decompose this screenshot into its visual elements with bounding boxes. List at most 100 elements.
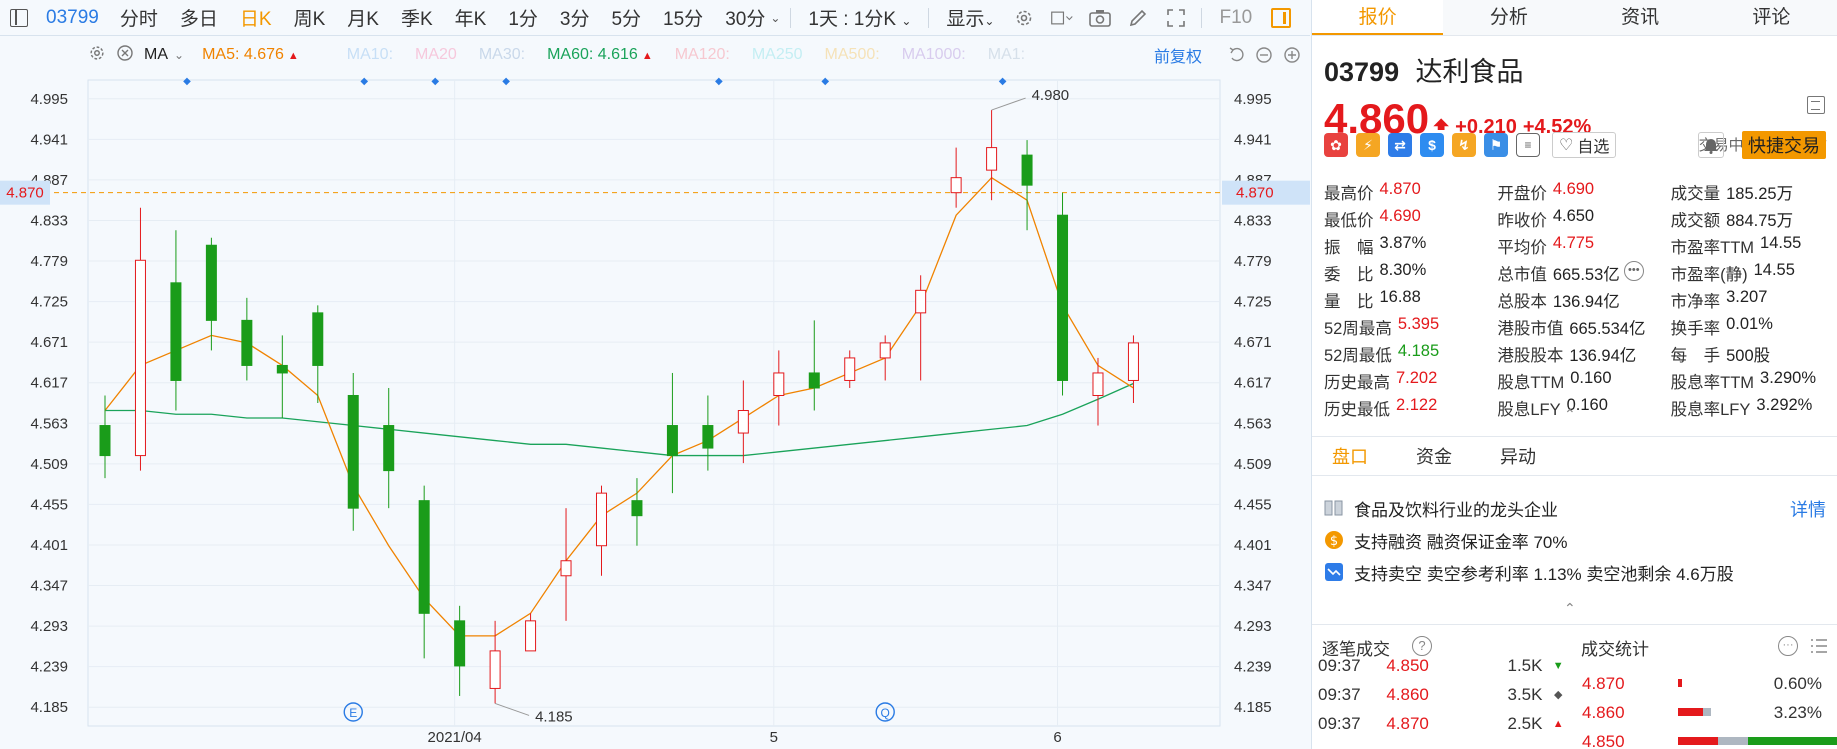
quote-tab[interactable]: 报价	[1312, 0, 1444, 35]
candle-body[interactable]	[808, 372, 820, 389]
trend-icon[interactable]: ↯	[1452, 133, 1476, 157]
more-info-icon[interactable]: •••	[1623, 260, 1644, 281]
candle-body[interactable]	[1021, 154, 1033, 186]
candle-body[interactable]	[489, 650, 501, 689]
candle-body[interactable]	[241, 319, 253, 366]
candle-body[interactable]	[915, 289, 927, 314]
event-marker-icon[interactable]: ◆	[431, 76, 439, 87]
detail-link[interactable]: 详情	[1790, 496, 1826, 522]
zoom-in-icon[interactable]	[1283, 46, 1301, 69]
candle-body[interactable]	[879, 342, 891, 359]
period-tab[interactable]: 1分	[497, 4, 549, 31]
candle-body[interactable]	[986, 147, 998, 171]
period-tab[interactable]: 多日	[169, 4, 229, 31]
settings-icon[interactable]	[1013, 7, 1035, 29]
ma-legend-item[interactable]: MA250	[752, 46, 803, 64]
event-marker-icon[interactable]: ◆	[715, 76, 723, 87]
price-stats-list[interactable]: 4.870 0.60% 4.860 3.23% 4.850	[1582, 669, 1837, 749]
ma-legend-item[interactable]: MA1000:	[902, 46, 966, 64]
ma-legend-item[interactable]: MA1:	[988, 46, 1025, 64]
adjust-mode-button[interactable]: 前复权	[1154, 43, 1202, 67]
period-tab[interactable]: 季K	[390, 4, 444, 31]
period-tab[interactable]: 15分	[652, 4, 714, 31]
candle-body[interactable]	[737, 410, 749, 434]
event-marker-icon[interactable]: ◆	[821, 76, 829, 87]
ma-legend-item[interactable]: MA10:	[347, 46, 393, 64]
candle-body[interactable]	[595, 492, 607, 547]
period-tab[interactable]: 3分	[549, 4, 601, 31]
period-tab[interactable]: 日K	[229, 4, 283, 31]
indicator-name[interactable]: MA	[144, 46, 168, 64]
legend-settings-icon[interactable]	[88, 44, 106, 67]
ma-legend-item[interactable]: MA60: 4.616 ▲	[547, 46, 653, 64]
candle-body[interactable]	[454, 620, 466, 667]
zoom-out-icon[interactable]	[1255, 46, 1273, 69]
candle-body[interactable]	[205, 244, 217, 321]
kline-chart[interactable]: 4.995 4.9954.941 4.9414.887 4.8874.833 4.833…	[0, 36, 1310, 749]
list-icon[interactable]	[1810, 637, 1828, 660]
ma-legend-item[interactable]: MA30:	[479, 46, 525, 64]
menu-icon[interactable]	[1807, 96, 1825, 114]
candle-body[interactable]	[383, 425, 395, 472]
candle-body[interactable]	[312, 312, 324, 366]
panel-toggle-icon[interactable]	[1271, 7, 1292, 28]
frame-select-icon[interactable]	[1051, 7, 1074, 29]
period-tab[interactable]: 年K	[444, 4, 498, 31]
fullscreen-icon[interactable]	[1165, 7, 1187, 29]
candle-body[interactable]	[950, 177, 962, 194]
f10-button[interactable]: F10	[1208, 7, 1263, 29]
candle-body[interactable]	[525, 620, 537, 652]
chevron-down-icon[interactable]: ⌄	[770, 11, 780, 25]
event-marker-icon[interactable]: ◆	[360, 76, 368, 87]
event-marker-icon[interactable]: ◆	[183, 76, 191, 87]
connect-icon[interactable]: ⇄	[1388, 133, 1412, 157]
camera-icon[interactable]	[1089, 7, 1112, 29]
candle-body[interactable]	[1092, 372, 1104, 396]
quote-tab[interactable]: 评论	[1706, 0, 1837, 35]
tag-icon[interactable]: ⚑	[1484, 133, 1508, 157]
period-tab[interactable]: 5分	[600, 4, 652, 31]
sidebar-toggle-icon[interactable]	[10, 8, 28, 27]
hk-flower-icon[interactable]: ✿	[1324, 133, 1348, 157]
event-marker-icon[interactable]: ◆	[502, 76, 510, 87]
ticks-list[interactable]: 09:37 4.850 1.5K ▼ 09:37 4.860 3.5K ◆ 09:37 4.870…	[1318, 651, 1568, 740]
ma-legend-item[interactable]: MA5: 4.676 ▲	[202, 46, 299, 64]
more-options-icon[interactable]: ···	[1778, 636, 1798, 656]
orderbook-tab[interactable]: 异动	[1500, 435, 1536, 477]
ma-legend-item[interactable]: MA20	[415, 46, 457, 64]
kline-chart-area[interactable]: 4.995 4.995 4.941 4.941 4.887 4.887 4.833 4.833…	[0, 36, 1310, 749]
candle-body[interactable]	[844, 357, 856, 381]
notes-icon[interactable]: ≡	[1516, 133, 1540, 157]
period-tab[interactable]: 周K	[283, 4, 337, 31]
candle-body[interactable]	[99, 425, 111, 457]
period-tab[interactable]: 月K	[336, 4, 390, 31]
quote-tab[interactable]: 资讯	[1575, 0, 1706, 35]
candle-body[interactable]	[702, 425, 714, 449]
candle-body[interactable]	[1057, 214, 1069, 381]
candle-body[interactable]	[134, 259, 146, 457]
chevron-down-icon[interactable]: ⌄	[174, 48, 184, 62]
candle-body[interactable]	[1127, 342, 1139, 381]
candle-body[interactable]	[773, 372, 785, 396]
candle-body[interactable]	[631, 500, 643, 517]
draw-pen-icon[interactable]	[1127, 7, 1149, 29]
dollar-icon[interactable]: $	[1420, 133, 1444, 157]
event-marker-icon[interactable]: ◆	[999, 76, 1007, 87]
ma-legend-item[interactable]: MA500:	[825, 46, 880, 64]
collapse-chevron-icon[interactable]: ⌃	[1564, 600, 1576, 617]
period-tab[interactable]: 分时	[109, 4, 169, 31]
collapse-chevron-icon[interactable]: ⌃	[1564, 406, 1576, 423]
legend-close-icon[interactable]	[116, 44, 134, 67]
add-watchlist-button[interactable]: ♡ 自选	[1552, 132, 1617, 158]
candle-body[interactable]	[560, 560, 572, 577]
quick-trade-button[interactable]: 快捷交易	[1742, 131, 1826, 159]
undo-icon[interactable]	[1228, 46, 1246, 69]
orderbook-tab[interactable]: 资金	[1416, 435, 1452, 477]
candle-body[interactable]	[347, 394, 359, 509]
interval-select[interactable]: 1天 : 1分K ⌄	[797, 4, 922, 31]
quote-tab[interactable]: 分析	[1443, 0, 1574, 35]
display-menu[interactable]: 显示⌄	[935, 4, 1005, 31]
orderbook-tab[interactable]: 盘口	[1332, 435, 1368, 477]
candle-body[interactable]	[170, 282, 182, 381]
level2-icon[interactable]: ⚡	[1356, 133, 1380, 157]
